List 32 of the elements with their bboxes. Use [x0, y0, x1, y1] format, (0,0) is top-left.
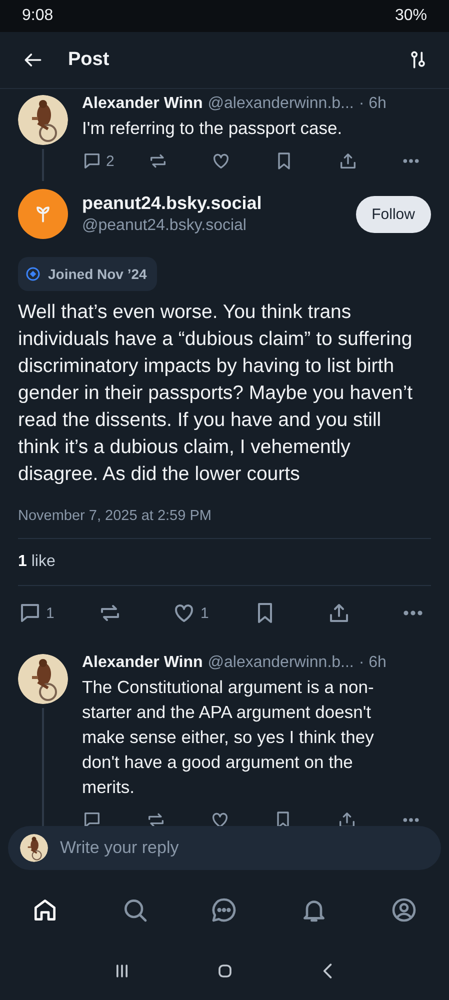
share-icon[interactable]: [338, 151, 358, 171]
profile-icon: [390, 896, 418, 924]
author-name: Alexander Winn: [82, 95, 203, 113]
post-date: November 7, 2025 at 2:59 PM: [18, 508, 431, 539]
heart-icon[interactable]: [210, 810, 230, 826]
post-text: The Constitutional argument is a non-starter and the APA argument doesn't make sense either, so yes I think they don't have a good argument on the merits.: [82, 676, 375, 799]
author-name: Alexander Winn: [82, 654, 203, 672]
author-handle: @alexanderwinn.b...: [208, 95, 354, 113]
speech-bubble-icon[interactable]: [82, 810, 102, 826]
joined-badge: Joined Nov ’24: [18, 257, 157, 291]
speech-bubble-icon[interactable]: [18, 601, 42, 625]
post-time: · 6h: [358, 654, 386, 672]
speech-bubble-icon[interactable]: [82, 151, 102, 171]
share-icon[interactable]: [337, 810, 358, 826]
post-time: · 6h: [358, 95, 386, 113]
reply-bar[interactable]: Write your reply: [8, 826, 441, 870]
heart-icon[interactable]: [211, 151, 231, 171]
author-handle: @peanut24.bsky.social: [82, 217, 248, 235]
battery-level: 30%: [394, 7, 427, 25]
action-count: 1: [200, 604, 209, 622]
follow-button[interactable]: Follow: [356, 196, 431, 232]
reply-field[interactable]: Write your reply: [58, 837, 429, 859]
post-text: Well that’s even worse. You think trans individuals have a “dubious claim” to suffering discriminatory impacts by having to list birth gender in their passports? Maybe you haven’t read the dissents. If you have and you still think it’s a dubious claim, I vehemently disagree. As did the lower courts: [18, 300, 414, 487]
post-text: I'm referring to the passport case.: [82, 117, 344, 140]
clock: 9:08: [22, 7, 54, 25]
page-title: Post: [68, 49, 110, 71]
author-handle: @alexanderwinn.b...: [208, 654, 354, 672]
author-name: peanut24.bsky.social: [82, 193, 262, 214]
action-count: 1: [46, 604, 54, 622]
like-count[interactable]: 1 like: [18, 539, 431, 586]
chat-icon: [210, 896, 238, 924]
action-count: 2: [106, 152, 114, 170]
